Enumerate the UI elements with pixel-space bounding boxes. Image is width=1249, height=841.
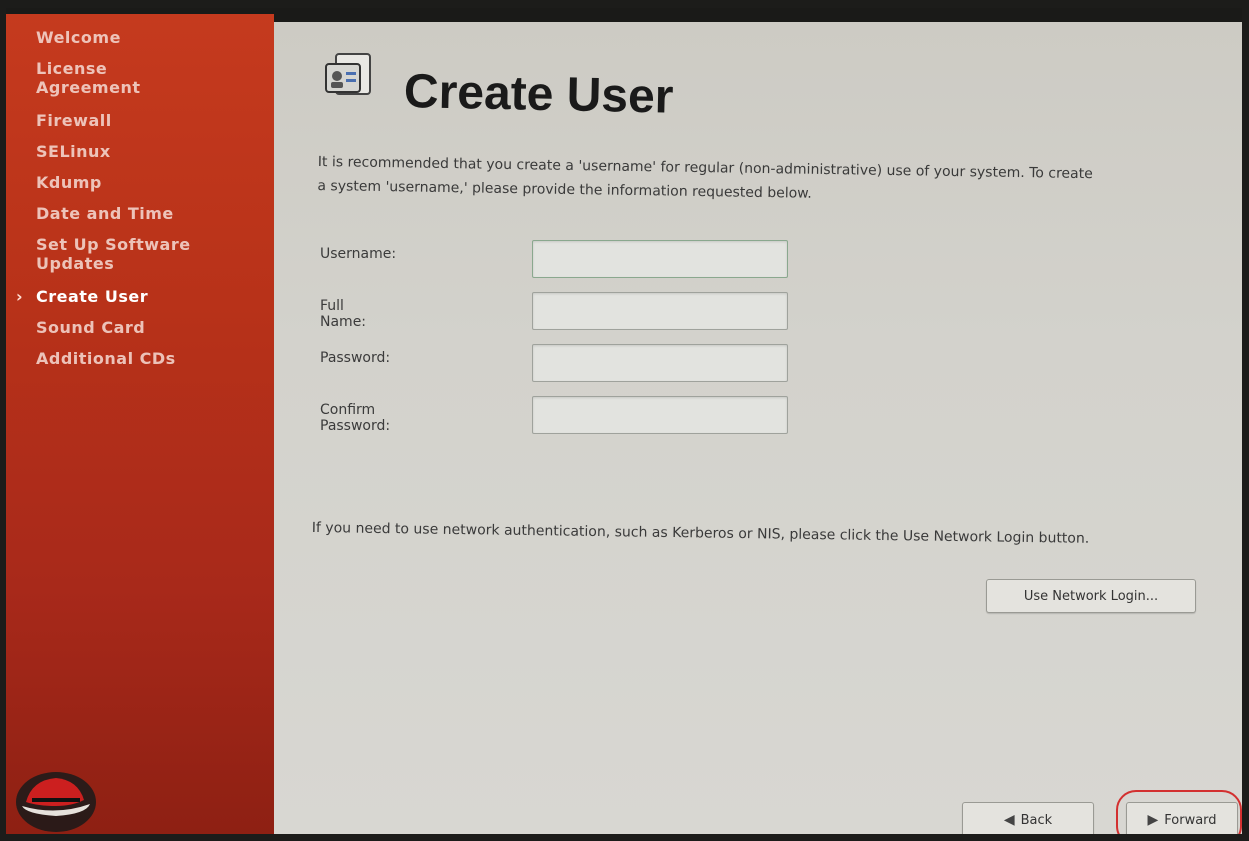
forward-label: Forward <box>1164 812 1217 828</box>
username-input[interactable] <box>532 240 788 278</box>
confirm-password-input[interactable] <box>532 396 788 434</box>
sidebar-item-license-agreement[interactable]: License Agreement <box>36 59 196 97</box>
fullname-label: Full Name: <box>320 298 367 330</box>
use-network-login-button[interactable]: Use Network Login... <box>986 579 1196 613</box>
sidebar-item-firewall[interactable]: Firewall <box>36 111 264 130</box>
page-title: Create User <box>403 65 674 124</box>
back-arrow-icon: ◀ <box>1003 812 1015 828</box>
firstboot-screen: Welcome License Agreement Firewall SELin… <box>6 8 1242 834</box>
sidebar: Welcome License Agreement Firewall SELin… <box>6 14 274 834</box>
fullname-input[interactable] <box>532 292 788 330</box>
sidebar-item-selinux[interactable]: SELinux <box>36 142 264 161</box>
sidebar-item-create-user[interactable]: Create User <box>16 287 264 306</box>
username-label: Username: <box>320 246 397 262</box>
redhat-logo <box>16 772 96 832</box>
password-label: Password: <box>320 350 391 366</box>
password-input[interactable] <box>532 344 788 382</box>
network-auth-text: If you need to use network authenticatio… <box>311 519 1090 547</box>
sidebar-item-additional-cds[interactable]: Additional CDs <box>36 349 264 368</box>
back-button[interactable]: ◀ Back <box>962 802 1094 834</box>
forward-button[interactable]: ▶ Forward <box>1126 802 1238 834</box>
sidebar-nav: Welcome License Agreement Firewall SELin… <box>16 28 264 380</box>
sidebar-item-welcome[interactable]: Welcome <box>36 28 264 47</box>
sidebar-item-software-updates[interactable]: Set Up Software Updates <box>36 235 251 273</box>
sidebar-item-date-and-time[interactable]: Date and Time <box>36 204 264 223</box>
forward-arrow-icon: ▶ <box>1147 812 1159 828</box>
content-panel: Create User It is recommended that you c… <box>274 22 1242 834</box>
intro-text: It is recommended that you create a 'use… <box>317 153 1093 202</box>
sidebar-item-kdump[interactable]: Kdump <box>36 173 264 192</box>
user-card-icon <box>325 53 371 95</box>
use-network-login-label: Use Network Login... <box>1023 588 1159 604</box>
confirm-password-label: Confirm Password: <box>320 402 391 434</box>
back-label: Back <box>1020 812 1053 828</box>
sidebar-item-sound-card[interactable]: Sound Card <box>36 318 264 337</box>
